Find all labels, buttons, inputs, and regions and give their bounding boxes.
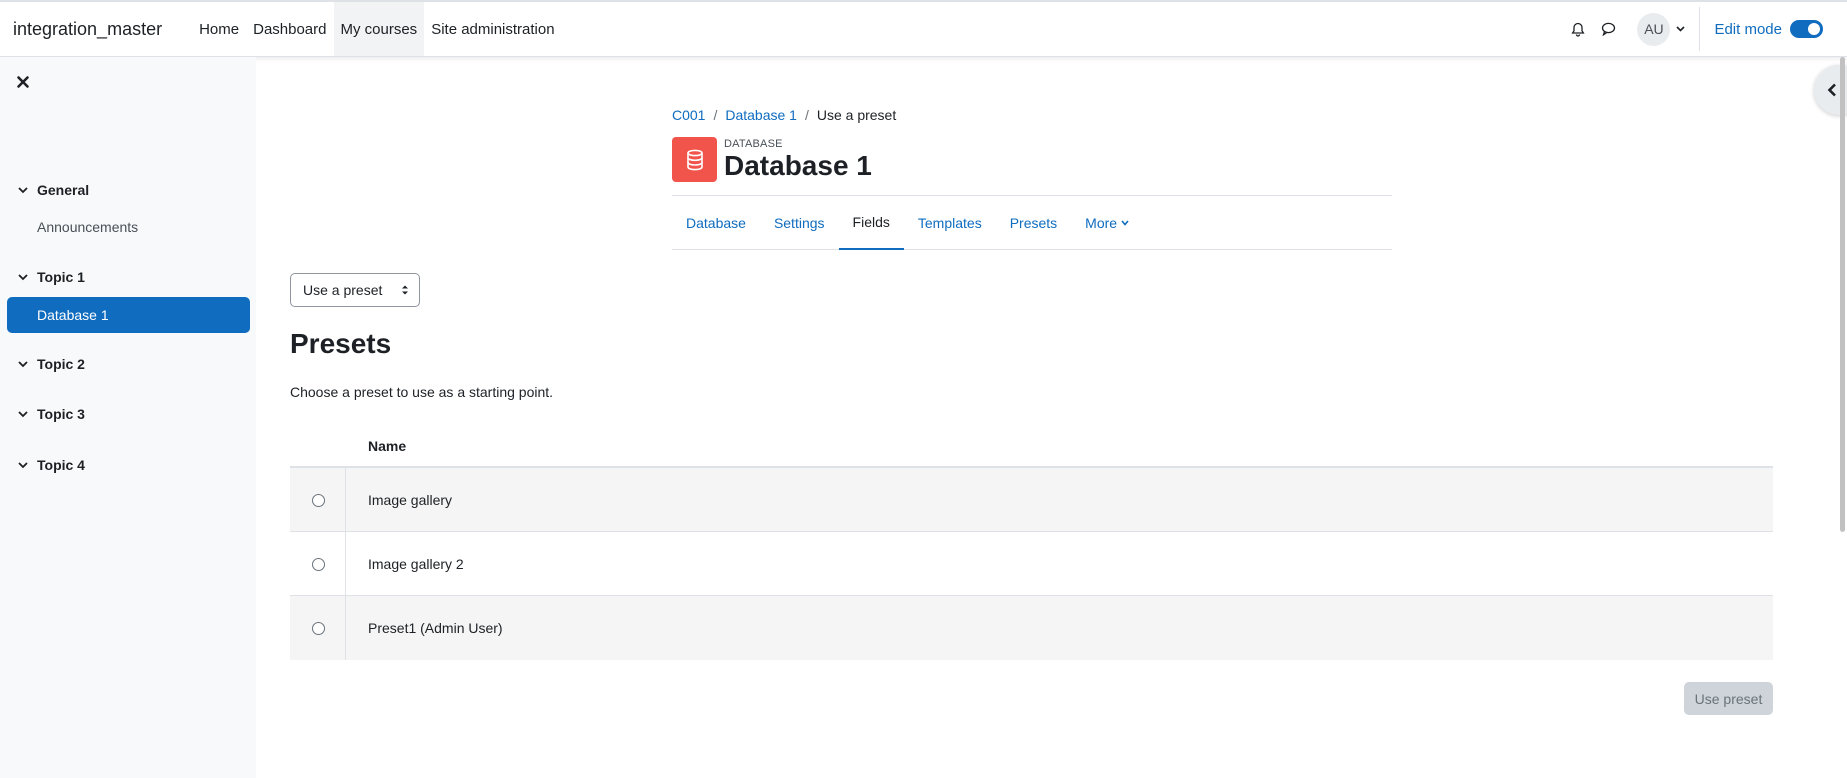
site-brand[interactable]: integration_master bbox=[13, 19, 162, 40]
column-header-name: Name bbox=[368, 437, 407, 454]
close-icon[interactable] bbox=[15, 74, 31, 90]
nav-home[interactable]: Home bbox=[192, 2, 246, 56]
breadcrumb-separator: / bbox=[713, 107, 718, 123]
sidebar-item-announcements[interactable]: Announcements bbox=[37, 219, 138, 235]
table-row: Image gallery bbox=[290, 468, 1773, 532]
chat-icon bbox=[1601, 22, 1616, 36]
messages-button[interactable] bbox=[1593, 14, 1623, 44]
breadcrumb-database[interactable]: Database 1 bbox=[725, 107, 797, 123]
bell-icon bbox=[1571, 22, 1586, 37]
chevron-down-icon bbox=[18, 274, 28, 281]
chevron-left-icon bbox=[1827, 83, 1836, 97]
nav-my-courses[interactable]: My courses bbox=[333, 2, 425, 56]
use-preset-button[interactable]: Use preset bbox=[1684, 682, 1773, 715]
section-label: Topic 2 bbox=[37, 356, 85, 372]
database-module-icon bbox=[672, 137, 717, 182]
breadcrumb-separator: / bbox=[804, 107, 809, 123]
page-scrollbar[interactable] bbox=[1840, 57, 1845, 532]
breadcrumb-course[interactable]: C001 bbox=[672, 107, 705, 123]
table-row: Image gallery 2 bbox=[290, 532, 1773, 596]
section-label: Topic 3 bbox=[37, 406, 85, 422]
section-topic-4[interactable]: Topic 4 bbox=[18, 457, 85, 473]
cell-divider bbox=[345, 596, 346, 660]
chevron-down-icon[interactable] bbox=[1676, 26, 1686, 32]
breadcrumb: C001 / Database 1 / Use a preset bbox=[672, 107, 896, 123]
presets-table: Name Image gallery Image gallery 2 Prese… bbox=[290, 425, 1773, 660]
notifications-button[interactable] bbox=[1563, 14, 1593, 44]
tab-settings[interactable]: Settings bbox=[760, 196, 839, 250]
section-label: Topic 1 bbox=[37, 269, 85, 285]
user-avatar[interactable]: AU bbox=[1637, 12, 1671, 46]
tab-more-label: More bbox=[1085, 215, 1118, 231]
preset-name: Image gallery bbox=[368, 491, 453, 508]
section-heading: Presets bbox=[290, 328, 392, 359]
table-header: Name bbox=[290, 425, 1773, 468]
tab-more[interactable]: More bbox=[1071, 196, 1143, 250]
tab-presets[interactable]: Presets bbox=[996, 196, 1071, 250]
preset-name: Image gallery 2 bbox=[368, 555, 464, 572]
secondary-navigation: Database Settings Fields Templates Prese… bbox=[672, 196, 1392, 250]
nav-dashboard[interactable]: Dashboard bbox=[246, 2, 333, 56]
preset-radio[interactable] bbox=[312, 622, 325, 635]
tab-fields[interactable]: Fields bbox=[838, 196, 904, 250]
table-row: Preset1 (Admin User) bbox=[290, 596, 1773, 660]
edit-mode-label[interactable]: Edit mode bbox=[1714, 21, 1782, 38]
chevron-down-icon bbox=[18, 361, 28, 368]
navbar-user-area: AU Edit mode bbox=[1563, 2, 1823, 56]
section-topic-3[interactable]: Topic 3 bbox=[18, 406, 85, 422]
action-select-value: Use a preset bbox=[303, 282, 383, 298]
course-index-drawer: General Announcements Topic 1 Database 1… bbox=[0, 57, 256, 778]
section-label: General bbox=[37, 182, 90, 198]
module-type-label: DATABASE bbox=[724, 138, 783, 150]
chevron-down-icon bbox=[18, 187, 28, 194]
select-arrows-icon bbox=[402, 285, 408, 295]
section-topic-2[interactable]: Topic 2 bbox=[18, 356, 85, 372]
section-topic-1[interactable]: Topic 1 bbox=[18, 269, 85, 285]
chevron-down-icon bbox=[1121, 220, 1129, 226]
database-icon bbox=[686, 149, 703, 170]
section-label: Topic 4 bbox=[37, 457, 85, 473]
tab-templates[interactable]: Templates bbox=[904, 196, 996, 250]
chevron-down-icon bbox=[18, 411, 28, 418]
preset-radio[interactable] bbox=[312, 494, 325, 507]
primary-navigation: Home Dashboard My courses Site administr… bbox=[192, 2, 562, 56]
preset-radio[interactable] bbox=[312, 558, 325, 571]
navbar-divider bbox=[1699, 7, 1701, 51]
edit-mode-toggle[interactable] bbox=[1790, 20, 1823, 38]
top-navbar: integration_master Home Dashboard My cou… bbox=[0, 0, 1847, 57]
chevron-down-icon bbox=[18, 462, 28, 469]
page-title: Database 1 bbox=[724, 150, 872, 181]
cell-divider bbox=[345, 468, 346, 531]
tab-database[interactable]: Database bbox=[672, 196, 760, 250]
sidebar-item-database-1[interactable]: Database 1 bbox=[7, 297, 250, 333]
action-select[interactable]: Use a preset bbox=[290, 273, 420, 307]
nav-site-administration[interactable]: Site administration bbox=[424, 2, 561, 56]
breadcrumb-current: Use a preset bbox=[816, 107, 897, 123]
cell-divider bbox=[345, 532, 346, 595]
section-general[interactable]: General bbox=[18, 182, 89, 198]
section-description: Choose a preset to use as a starting poi… bbox=[290, 384, 554, 400]
preset-name: Preset1 (Admin User) bbox=[368, 620, 503, 636]
